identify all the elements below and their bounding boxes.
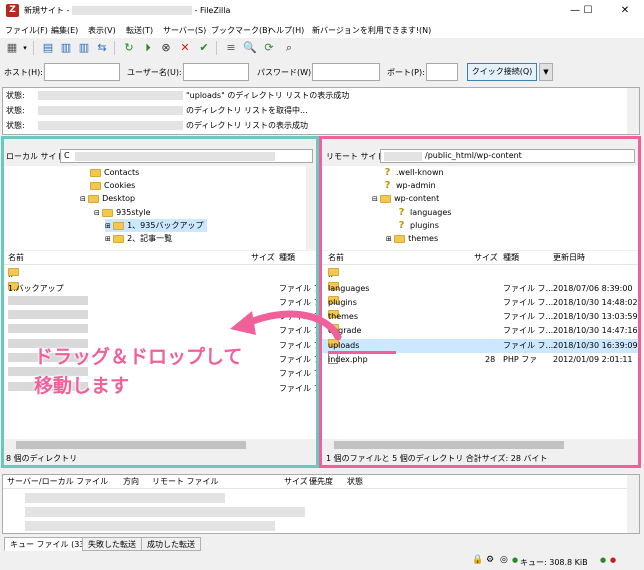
- toggle-comparison-icon[interactable]: 🔍: [242, 40, 258, 56]
- speed-limit-icon: ◎: [500, 555, 508, 565]
- search-icon[interactable]: ⌕: [281, 40, 297, 56]
- redacted-path: [38, 91, 183, 100]
- queue-header-size[interactable]: サイズ: [284, 475, 308, 489]
- toolbar-separator: [33, 41, 34, 55]
- drag-arrow-icon: [230, 310, 342, 341]
- tab-queued-files[interactable]: キュー ファイル (33): [4, 537, 94, 551]
- window-title: 新規サイト - - FileZilla: [24, 6, 231, 15]
- menu-new-version[interactable]: 新バージョンを利用できます!(N): [312, 25, 431, 36]
- username-input[interactable]: [183, 63, 249, 81]
- synchronized-browsing-icon[interactable]: ⟳: [261, 40, 277, 56]
- queue-header-direction[interactable]: 方向: [123, 475, 139, 489]
- toolbar-separator: [216, 41, 217, 55]
- uploads-underline: [328, 351, 396, 354]
- redacted-queue-item[interactable]: [25, 521, 275, 531]
- password-label: パスワード(W):: [257, 68, 314, 77]
- process-queue-icon[interactable]: ⏵: [140, 40, 156, 56]
- log-line: 状態: のディレクトリ リストの表示成功: [6, 121, 308, 130]
- maximize-button[interactable]: ☐: [568, 0, 608, 22]
- refresh-icon[interactable]: ↻: [121, 40, 137, 56]
- filezilla-logo-icon: Z: [6, 4, 19, 17]
- menu-bar: ファイル(F) 編集(E) 表示(V) 転送(T) サーバー(S) ブックマーク…: [0, 22, 644, 38]
- activity-icon: ●: [512, 556, 519, 564]
- log-line: 状態: のディレクトリ リストを取得中...: [6, 106, 308, 115]
- menu-bookmarks[interactable]: ブックマーク(B): [211, 25, 271, 36]
- reconnect-icon[interactable]: ✔: [196, 40, 212, 56]
- host-label: ホスト(H):: [4, 68, 43, 77]
- close-button[interactable]: ✕: [606, 0, 644, 22]
- menu-help[interactable]: ヘルプ(H): [268, 25, 304, 36]
- directory-listing-filter-icon[interactable]: ≡: [223, 40, 239, 56]
- menu-edit[interactable]: 編集(E): [51, 25, 78, 36]
- redacted-queue-item[interactable]: [25, 507, 305, 517]
- menu-file[interactable]: ファイル(F): [5, 25, 48, 36]
- password-input[interactable]: [312, 63, 380, 81]
- transfer-queue-icon[interactable]: ⇆: [94, 40, 110, 56]
- status-bar: 🔒 ⚙ ◎ ● キュー: 308.8 KiB ● ●: [0, 552, 644, 570]
- username-label: ユーザー名(U):: [127, 68, 182, 77]
- toolbar-separator: [114, 41, 115, 55]
- disconnect-icon[interactable]: ✕: [177, 40, 193, 56]
- tab-failed-transfers[interactable]: 失敗した転送: [82, 537, 142, 551]
- redacted-path: [38, 121, 183, 130]
- queue-header-remote[interactable]: リモート ファイル: [152, 475, 219, 489]
- queue-scrollbar[interactable]: [627, 475, 639, 533]
- quickconnect-bar: ホスト(H): ユーザー名(U): パスワード(W): ポート(P): クイック…: [0, 60, 644, 84]
- status-indicator-icon: ●: [610, 556, 617, 564]
- quickconnect-button[interactable]: クイック接続(Q): [467, 63, 537, 81]
- dropdown-arrow-icon[interactable]: ▾: [20, 40, 30, 56]
- menu-view[interactable]: 表示(V): [88, 25, 116, 36]
- redacted-site-name: [71, 6, 192, 15]
- port-label: ポート(P):: [387, 68, 425, 77]
- menu-transfer[interactable]: 転送(T): [126, 25, 153, 36]
- gear-icon: ⚙: [486, 555, 495, 565]
- host-input[interactable]: [44, 63, 120, 81]
- local-tree-icon[interactable]: ▥: [58, 40, 74, 56]
- local-pane-highlight: [1, 136, 319, 468]
- lock-icon: 🔒: [472, 555, 484, 565]
- redacted-queue-item[interactable]: [25, 493, 225, 503]
- tab-successful-transfers[interactable]: 成功した転送: [141, 537, 201, 551]
- log-scrollbar[interactable]: [627, 88, 639, 134]
- title-bar: Z 新規サイト - - FileZilla — ☐ ✕: [0, 0, 644, 22]
- cancel-icon[interactable]: ⊗: [158, 40, 174, 56]
- queue-header-priority[interactable]: 優先度: [309, 475, 333, 489]
- quickconnect-dropdown-icon[interactable]: ▼: [539, 63, 553, 81]
- queue-header: サーバー/ローカル ファイル 方向 リモート ファイル サイズ 優先度 状態: [3, 475, 639, 489]
- transfer-queue: サーバー/ローカル ファイル 方向 リモート ファイル サイズ 優先度 状態: [2, 474, 640, 534]
- menu-server[interactable]: サーバー(S): [163, 25, 206, 36]
- queue-size: キュー: 308.8 KiB: [520, 558, 588, 567]
- port-input[interactable]: [426, 63, 458, 81]
- annotation-text: ドラッグ＆ドロップして 移動します: [34, 346, 243, 397]
- remote-pane-highlight: [319, 136, 641, 468]
- remote-tree-icon[interactable]: ▥: [76, 40, 92, 56]
- redacted-path: [38, 106, 183, 115]
- log-line: 状態: "uploads" のディレクトリ リストの表示成功: [6, 91, 350, 100]
- site-manager-icon[interactable]: ▦: [4, 40, 20, 56]
- queue-header-state[interactable]: 状態: [347, 475, 363, 489]
- message-log: 状態: "uploads" のディレクトリ リストの表示成功 状態: のディレク…: [2, 87, 640, 135]
- status-indicator-icon: ●: [600, 556, 607, 564]
- message-log-icon[interactable]: ▤: [40, 40, 56, 56]
- toolbar: ▦ ▾ ▤ ▥ ▥ ⇆ ↻ ⏵ ⊗ ✕ ✔ ≡ 🔍 ⟳ ⌕: [0, 38, 644, 58]
- queue-header-file[interactable]: サーバー/ローカル ファイル: [7, 475, 108, 489]
